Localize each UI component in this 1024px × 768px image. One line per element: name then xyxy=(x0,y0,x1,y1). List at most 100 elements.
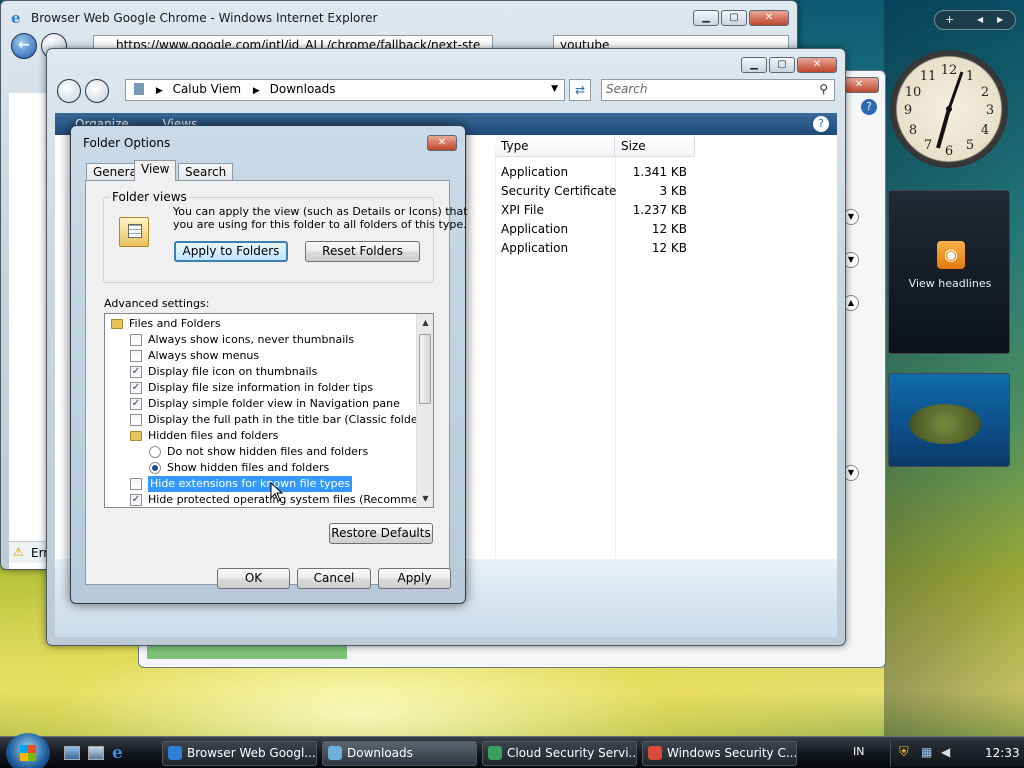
security-shield-icon[interactable]: ⛨ xyxy=(899,745,909,760)
settings-item[interactable]: ✓ Display simple folder view in Navigatio… xyxy=(105,396,415,412)
search-icon[interactable]: ⚲ xyxy=(819,80,828,98)
volume-icon[interactable]: ◀ xyxy=(941,745,950,759)
file-type: Security Certificate xyxy=(501,184,617,198)
settings-item[interactable]: ✓ Hide protected operating system files (… xyxy=(105,492,433,507)
settings-item[interactable]: Do not show hidden files and folders xyxy=(105,444,415,460)
show-desktop-icon[interactable] xyxy=(64,746,80,760)
svg-text:5: 5 xyxy=(966,138,974,153)
tab-view[interactable]: View xyxy=(134,160,177,181)
feed-gadget[interactable]: ◉ View headlines xyxy=(888,190,1010,354)
system-tray: ⛨ ▦ ◀ 12:33 xyxy=(890,740,1024,767)
refresh-button[interactable]: ⇄ xyxy=(569,79,591,101)
apply-to-folders-button[interactable]: Apply to Folders xyxy=(174,241,288,262)
checkbox[interactable] xyxy=(130,478,142,490)
taskbar-button[interactable]: Browser Web Googl... xyxy=(162,741,317,766)
checkbox[interactable] xyxy=(130,414,142,426)
taskbar: e Browser Web Googl... Downloads Cloud Sec… xyxy=(0,733,1024,768)
scroll-up-icon[interactable]: ▲ xyxy=(417,314,433,331)
checkbox[interactable]: ✓ xyxy=(130,382,142,394)
tree-scrollbar[interactable]: ▲ ▼ xyxy=(416,314,433,507)
folder-views-icon xyxy=(119,217,149,247)
help-icon[interactable]: ? xyxy=(861,99,877,115)
reset-folders-button[interactable]: Reset Folders xyxy=(305,241,420,262)
file-size: 1.237 KB xyxy=(632,203,687,217)
dialog-close-button[interactable]: ✕ xyxy=(427,135,457,151)
file-size: 12 KB xyxy=(651,222,687,236)
taskbar-button[interactable]: Downloads xyxy=(322,741,477,766)
start-button[interactable] xyxy=(6,733,50,768)
taskbar-button[interactable]: Windows Security C... xyxy=(642,741,797,766)
help-icon[interactable]: ? xyxy=(813,116,829,132)
network-icon[interactable]: ▦ xyxy=(921,745,932,759)
svg-text:11: 11 xyxy=(920,69,937,84)
maximize-button[interactable]: ▢ xyxy=(769,57,795,73)
settings-item[interactable]: ✓ Display file size information in folder… xyxy=(105,380,415,396)
maximize-button[interactable]: ▢ xyxy=(721,10,747,26)
clock-gadget[interactable]: 12 1 2 3 4567 8 9 10 11 xyxy=(890,50,1008,168)
view-tab-panel: Folder views You can apply the view (suc… xyxy=(85,180,468,585)
ie-logo-icon: e xyxy=(11,9,21,27)
svg-text:3: 3 xyxy=(986,103,994,118)
ok-button[interactable]: OK xyxy=(217,568,290,589)
checkbox[interactable]: ✓ xyxy=(130,366,142,378)
language-indicator[interactable]: IN xyxy=(853,745,864,758)
column-type[interactable]: Type xyxy=(495,135,615,157)
explorer-search-box[interactable]: Search ⚲ xyxy=(601,79,835,101)
settings-item-label: Always show menus xyxy=(148,349,260,362)
radio-button[interactable] xyxy=(149,462,161,474)
svg-text:2: 2 xyxy=(981,85,989,100)
settings-item[interactable]: Files and Folders xyxy=(105,316,415,332)
settings-item[interactable]: Display the full path in the title bar (… xyxy=(105,412,433,428)
close-button[interactable]: ✕ xyxy=(797,57,837,73)
breadcrumb-leaf[interactable]: Downloads xyxy=(270,82,336,96)
back-button[interactable]: ← xyxy=(11,33,37,59)
settings-item-label: Hidden files and folders xyxy=(148,429,279,442)
ie-quicklaunch-icon[interactable]: e xyxy=(112,743,123,763)
settings-item-label: Do not show hidden files and folders xyxy=(167,445,369,458)
address-dropdown-icon[interactable]: ▼ xyxy=(551,80,558,98)
file-type: Application xyxy=(501,165,569,179)
breadcrumb-root[interactable]: Calub Viem xyxy=(173,82,241,96)
settings-item[interactable]: Hidden files and folders xyxy=(105,428,415,444)
next-gadget-icon[interactable]: ▶ xyxy=(997,11,1003,29)
mouse-cursor-icon xyxy=(270,482,284,502)
settings-item[interactable]: Always show menus xyxy=(105,348,415,364)
settings-item-label: Always show icons, never thumbnails xyxy=(148,333,355,346)
column-size[interactable]: Size xyxy=(615,135,695,157)
advanced-settings-tree[interactable]: Files and Folders Always show icons, neve… xyxy=(104,313,434,508)
taskbar-button[interactable]: Cloud Security Servi... xyxy=(482,741,637,766)
settings-item-label: Display simple folder view in Navigation… xyxy=(148,397,400,410)
checkbox[interactable]: ✓ xyxy=(130,494,142,506)
prev-gadget-icon[interactable]: ◀ xyxy=(977,11,983,29)
close-button[interactable]: ✕ xyxy=(749,10,789,26)
minimize-button[interactable]: ▁ xyxy=(741,57,767,73)
taskbar-label: Cloud Security Servi... xyxy=(507,746,637,760)
search-placeholder: Search xyxy=(606,82,648,96)
taskbar-app-icon xyxy=(648,746,662,760)
advanced-settings-label: Advanced settings: xyxy=(104,297,210,310)
forward-button[interactable] xyxy=(85,79,109,103)
explorer-address-bar[interactable]: ▶ Calub Viem ▶ Downloads ▼ xyxy=(125,79,565,101)
back-button[interactable] xyxy=(57,79,81,103)
switch-windows-icon[interactable] xyxy=(88,746,104,760)
scroll-down-icon[interactable]: ▼ xyxy=(417,490,433,507)
scroll-thumb[interactable] xyxy=(419,334,431,404)
settings-item[interactable]: ✓ Display file icon on thumbnails xyxy=(105,364,415,380)
cancel-button[interactable]: Cancel xyxy=(297,568,371,589)
checkbox[interactable] xyxy=(130,350,142,362)
settings-item[interactable]: Hide extensions for known file types xyxy=(105,476,415,492)
clock[interactable]: 12:33 xyxy=(985,746,1020,760)
radio-button[interactable] xyxy=(149,446,161,458)
restore-defaults-button[interactable]: Restore Defaults xyxy=(329,523,433,544)
add-gadget-icon[interactable]: + xyxy=(945,11,954,29)
settings-item[interactable]: Always show icons, never thumbnails xyxy=(105,332,415,348)
checkbox[interactable]: ✓ xyxy=(130,398,142,410)
apply-button[interactable]: Apply xyxy=(378,568,451,589)
settings-item[interactable]: Show hidden files and folders xyxy=(105,460,415,476)
checkbox[interactable] xyxy=(130,334,142,346)
settings-item-label: Hide protected operating system files (R… xyxy=(148,493,434,506)
minimize-button[interactable]: ▁ xyxy=(693,10,719,26)
breadcrumb-sep-icon: ▶ xyxy=(252,86,260,96)
slideshow-gadget[interactable] xyxy=(888,373,1010,467)
breadcrumb-sep-icon: ▶ xyxy=(155,86,163,96)
